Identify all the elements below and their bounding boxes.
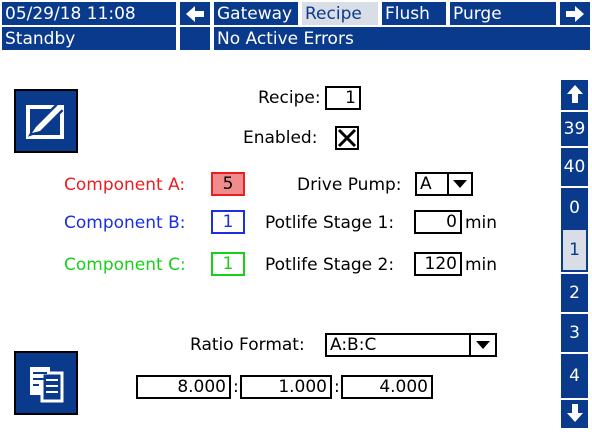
component-a-label: Component A: [64, 175, 186, 195]
drive-pump-label: Drive Pump: [297, 175, 402, 195]
drive-pump-value: A [420, 174, 432, 194]
ratio-separator: : [334, 377, 340, 397]
potlife-stage-1-field[interactable]: 0 [414, 210, 462, 234]
component-c-field[interactable]: 1 [211, 252, 245, 276]
tab-purge[interactable]: Purge [448, 0, 558, 27]
sidebar-item-40[interactable]: 40 [561, 146, 588, 186]
tab-recipe[interactable]: Recipe [300, 0, 380, 27]
ratio-b-field[interactable]: 1.000 [240, 375, 332, 399]
edit-icon [26, 103, 64, 139]
ratio-separator: : [233, 377, 239, 397]
potlife-stage-2-field[interactable]: 120 [414, 252, 462, 276]
chevron-down-icon [447, 174, 471, 194]
sidebar-item-39[interactable]: 39 [561, 110, 588, 146]
ratio-format-value: A:B:C [330, 335, 377, 355]
component-c-label: Component C: [64, 255, 186, 275]
potlife-stage-1-label: Potlife Stage 1: [265, 213, 395, 233]
edit-button[interactable] [14, 89, 78, 153]
next-screen-button[interactable] [558, 0, 592, 27]
header-bar: 05/29/18 11:08 Gateway Recipe Flush Purg… [0, 0, 592, 52]
copy-icon [30, 367, 64, 403]
scroll-down-button[interactable] [561, 398, 588, 428]
potlife-stage-2-unit: min [465, 255, 498, 275]
prev-screen-button[interactable] [178, 0, 212, 27]
enabled-label: Enabled: [243, 128, 318, 148]
component-a-field[interactable]: 5 [211, 172, 245, 196]
recipe-field[interactable]: 1 [325, 86, 361, 110]
sidebar-item-2[interactable]: 2 [561, 272, 588, 312]
error-status: No Active Errors [212, 25, 592, 52]
tab-flush[interactable]: Flush [380, 0, 448, 27]
component-b-field[interactable]: 1 [211, 210, 245, 234]
status-text: Standby [0, 25, 178, 52]
ratio-a-field[interactable]: 8.000 [136, 375, 231, 399]
datetime: 05/29/18 11:08 [0, 0, 178, 27]
ratio-c-field[interactable]: 4.000 [341, 375, 433, 399]
drive-pump-select[interactable]: A [415, 172, 473, 196]
recipe-label: Recipe: [258, 88, 321, 108]
ratio-format-select[interactable]: A:B:C [325, 333, 497, 357]
sidebar-item-3[interactable]: 3 [561, 312, 588, 352]
arrow-up-icon [566, 85, 583, 103]
potlife-stage-2-label: Potlife Stage 2: [265, 255, 395, 275]
arrow-right-icon [566, 6, 584, 22]
sidebar-item-1[interactable]: 1 [561, 228, 588, 272]
check-x-icon [337, 128, 357, 148]
sidebar-item-0[interactable]: 0 [561, 186, 588, 228]
chevron-down-icon [469, 335, 495, 355]
tab-gateway[interactable]: Gateway [212, 0, 300, 27]
sidebar-item-4[interactable]: 4 [561, 352, 588, 398]
ratio-format-label: Ratio Format: [190, 335, 305, 355]
enabled-checkbox[interactable] [335, 126, 359, 150]
scroll-up-button[interactable] [561, 80, 588, 110]
copy-button[interactable] [14, 351, 78, 415]
arrow-left-icon [186, 6, 204, 22]
potlife-stage-1-unit: min [465, 213, 498, 233]
arrow-down-icon [566, 404, 583, 422]
status-spacer [178, 25, 212, 52]
component-b-label: Component B: [64, 213, 186, 233]
